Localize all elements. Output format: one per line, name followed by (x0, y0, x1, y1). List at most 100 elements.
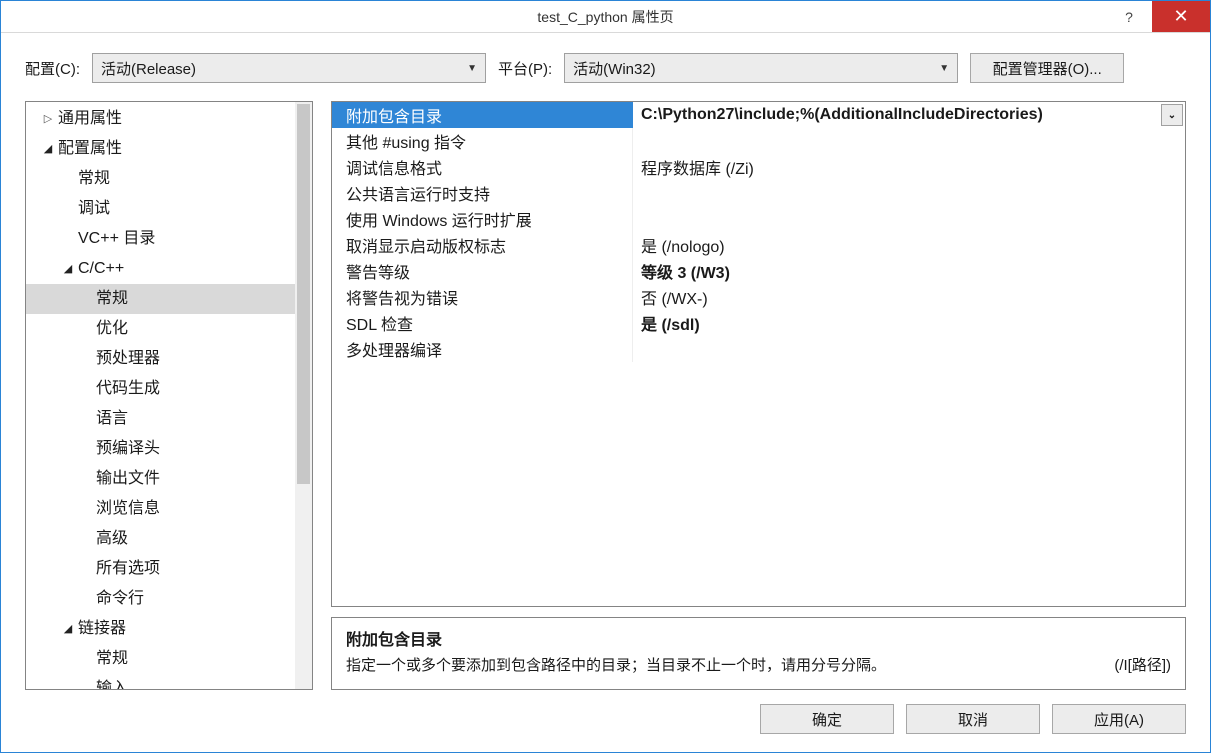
expander-open-icon[interactable]: ◢ (60, 616, 76, 642)
tree-item-label: 常规 (96, 646, 128, 672)
property-row[interactable]: 取消显示启动版权标志是 (/nologo) (332, 232, 1185, 258)
tree-item[interactable]: 输入 (26, 674, 295, 689)
tree-item[interactable]: 常规 (26, 284, 295, 314)
tree-item[interactable]: ▷通用属性 (26, 104, 295, 134)
description-title: 附加包含目录 (346, 626, 1171, 650)
apply-button[interactable]: 应用(A) (1052, 704, 1186, 734)
tree-item[interactable]: ◢配置属性 (26, 134, 295, 164)
config-manager-label: 配置管理器(O)... (993, 58, 1102, 79)
property-value[interactable]: 等级 3 (/W3) (633, 258, 1185, 284)
property-value[interactable]: C:\Python27\include;%(AdditionalIncludeD… (633, 102, 1185, 128)
platform-value: 活动(Win32) (573, 58, 656, 79)
ok-label: 确定 (812, 709, 842, 730)
tree-item[interactable]: 代码生成 (26, 374, 295, 404)
config-dropdown[interactable]: 活动(Release) ▼ (92, 53, 486, 83)
property-value[interactable]: 是 (/nologo) (633, 232, 1185, 258)
property-value[interactable] (633, 128, 1185, 154)
property-name: 附加包含目录 (332, 102, 633, 128)
tree-item[interactable]: 输出文件 (26, 464, 295, 494)
property-value[interactable] (633, 180, 1185, 206)
tree-item-label: 输入 (96, 676, 128, 689)
tree-item-label: VC++ 目录 (78, 226, 155, 252)
property-row[interactable]: 调试信息格式程序数据库 (/Zi) (332, 154, 1185, 180)
tree-item[interactable]: ◢C/C++ (26, 254, 295, 284)
property-name: 取消显示启动版权标志 (332, 232, 633, 258)
property-row[interactable]: 附加包含目录 C:\Python27\include;%(AdditionalIn… (332, 102, 1185, 128)
property-grid-panel: 附加包含目录 C:\Python27\include;%(AdditionalIn… (331, 101, 1186, 607)
tree-item-label: 命令行 (96, 586, 144, 612)
tree-item[interactable]: 调试 (26, 194, 295, 224)
property-row[interactable]: 其他 #using 指令 (332, 128, 1185, 154)
property-value-text: 程序数据库 (/Zi) (641, 155, 754, 179)
tree-item-label: 配置属性 (58, 136, 122, 162)
tree-item[interactable]: 高级 (26, 524, 295, 554)
tree-item-label: 语言 (96, 406, 128, 432)
property-value[interactable]: 是 (/sdl) (633, 310, 1185, 336)
tree-item[interactable]: 预处理器 (26, 344, 295, 374)
help-button[interactable]: ? (1106, 1, 1152, 32)
tree-item[interactable]: VC++ 目录 (26, 224, 295, 254)
tree-item-label: 预编译头 (96, 436, 160, 462)
platform-dropdown[interactable]: 活动(Win32) ▼ (564, 53, 958, 83)
tree-item[interactable]: 预编译头 (26, 434, 295, 464)
top-row: 配置(C): 活动(Release) ▼ 平台(P): 活动(Win32) ▼ … (25, 53, 1186, 83)
tree-item[interactable]: 常规 (26, 164, 295, 194)
property-row[interactable]: 使用 Windows 运行时扩展 (332, 206, 1185, 232)
tree-panel: ▷通用属性◢配置属性常规调试VC++ 目录◢C/C++常规优化预处理器代码生成语… (25, 101, 313, 690)
property-value-text: 否 (/WX-) (641, 285, 708, 309)
expander-closed-icon[interactable]: ▷ (40, 106, 56, 132)
property-value[interactable] (633, 206, 1185, 232)
config-manager-button[interactable]: 配置管理器(O)... (970, 53, 1124, 83)
tree-item[interactable]: 优化 (26, 314, 295, 344)
property-value[interactable]: 否 (/WX-) (633, 284, 1185, 310)
tree-item[interactable]: 命令行 (26, 584, 295, 614)
config-value: 活动(Release) (101, 58, 196, 79)
property-row[interactable]: 公共语言运行时支持 (332, 180, 1185, 206)
property-row[interactable]: 多处理器编译 (332, 336, 1185, 362)
tree-item-label: 预处理器 (96, 346, 160, 372)
dialog-buttons: 确定 取消 应用(A) (25, 704, 1186, 734)
titlebar: test_C_python 属性页 ? ✕ (1, 1, 1210, 33)
right-column: 附加包含目录 C:\Python27\include;%(AdditionalIn… (331, 101, 1186, 690)
tree-scroll-thumb[interactable] (297, 104, 310, 484)
property-value[interactable] (633, 336, 1185, 362)
property-grid[interactable]: 附加包含目录 C:\Python27\include;%(AdditionalIn… (332, 102, 1185, 606)
property-row[interactable]: 将警告视为错误否 (/WX-) (332, 284, 1185, 310)
tree-scrollbar[interactable] (295, 102, 312, 689)
tree-item-label: 通用属性 (58, 106, 122, 132)
expander-open-icon[interactable]: ◢ (40, 136, 56, 162)
chevron-down-icon: ▼ (939, 63, 949, 74)
expander-open-icon[interactable]: ◢ (60, 256, 76, 282)
content-area: 配置(C): 活动(Release) ▼ 平台(P): 活动(Win32) ▼ … (1, 33, 1210, 752)
cancel-button[interactable]: 取消 (906, 704, 1040, 734)
ok-button[interactable]: 确定 (760, 704, 894, 734)
config-label: 配置(C): (25, 58, 80, 79)
tree-item[interactable]: 浏览信息 (26, 494, 295, 524)
tree-item[interactable]: 常规 (26, 644, 295, 674)
property-value-text: 是 (/nologo) (641, 233, 725, 257)
tree-item[interactable]: 语言 (26, 404, 295, 434)
main-row: ▷通用属性◢配置属性常规调试VC++ 目录◢C/C++常规优化预处理器代码生成语… (25, 101, 1186, 690)
window-title: test_C_python 属性页 (537, 7, 673, 27)
tree[interactable]: ▷通用属性◢配置属性常规调试VC++ 目录◢C/C++常规优化预处理器代码生成语… (26, 102, 295, 689)
property-name: 调试信息格式 (332, 154, 633, 180)
description-body: 指定一个或多个要添加到包含路径中的目录；当目录不止一个时，请用分号分隔。 (/I… (346, 654, 1171, 675)
close-button[interactable]: ✕ (1152, 1, 1210, 32)
property-value-text: 等级 3 (/W3) (641, 259, 730, 283)
chevron-down-icon[interactable]: ⌄ (1161, 104, 1183, 126)
tree-item-label: C/C++ (78, 256, 124, 282)
tree-item-label: 优化 (96, 316, 128, 342)
tree-item-label: 浏览信息 (96, 496, 160, 522)
tree-item[interactable]: ◢链接器 (26, 614, 295, 644)
chevron-down-icon: ▼ (467, 63, 477, 74)
tree-item-label: 高级 (96, 526, 128, 552)
property-value-text: C:\Python27\include;%(AdditionalIncludeD… (641, 106, 1043, 124)
property-name: SDL 检查 (332, 310, 633, 336)
property-row[interactable]: SDL 检查是 (/sdl) (332, 310, 1185, 336)
property-name: 使用 Windows 运行时扩展 (332, 206, 633, 232)
tree-item[interactable]: 所有选项 (26, 554, 295, 584)
property-name: 警告等级 (332, 258, 633, 284)
property-value[interactable]: 程序数据库 (/Zi) (633, 154, 1185, 180)
tree-item-label: 输出文件 (96, 466, 160, 492)
property-row[interactable]: 警告等级等级 3 (/W3) (332, 258, 1185, 284)
